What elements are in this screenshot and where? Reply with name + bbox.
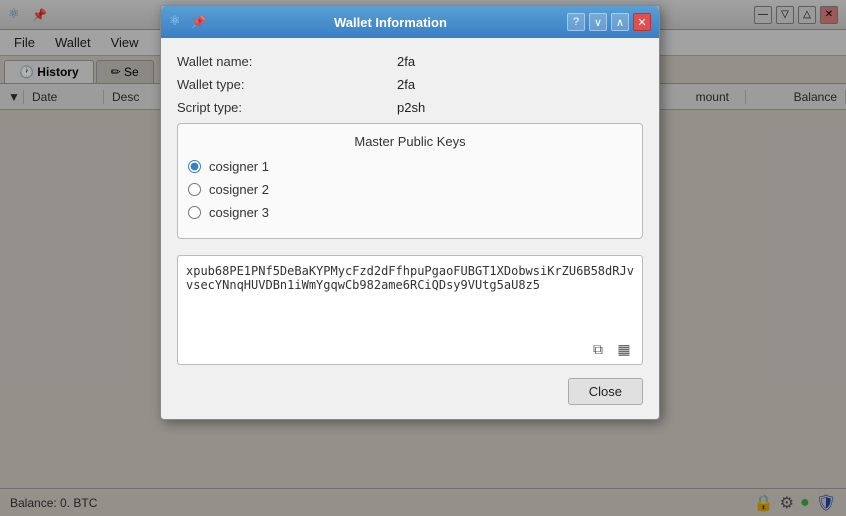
close-button[interactable]: Close bbox=[568, 378, 643, 405]
modal-overlay: ⚛ 📌 Wallet Information ? ∨ ∧ ✕ Wallet na… bbox=[0, 0, 846, 516]
public-key-textarea[interactable] bbox=[177, 255, 643, 365]
cosigner1-radio[interactable] bbox=[188, 160, 201, 173]
mpk-section: Master Public Keys cosigner 1 cosigner 2… bbox=[177, 123, 643, 239]
modal-pin-icon: 📌 bbox=[191, 15, 206, 29]
wallet-type-value: 2fa bbox=[397, 77, 415, 92]
cosigner2-radio[interactable] bbox=[188, 183, 201, 196]
qr-icon: ▦ bbox=[617, 341, 630, 358]
wallet-name-row: Wallet name: 2fa bbox=[177, 54, 643, 69]
modal-controls: ? ∨ ∧ ✕ bbox=[567, 13, 651, 31]
cosigner3-radio[interactable] bbox=[188, 206, 201, 219]
modal-body: Wallet name: 2fa Wallet type: 2fa Script… bbox=[161, 38, 659, 255]
modal-maximize-button[interactable]: ∧ bbox=[611, 13, 629, 31]
modal-title: Wallet Information bbox=[214, 15, 567, 30]
cosigner3-option[interactable]: cosigner 3 bbox=[188, 205, 632, 220]
copy-key-button[interactable]: ⧉ bbox=[587, 338, 609, 360]
modal-app-icon: ⚛ bbox=[169, 13, 187, 31]
cosigner1-label: cosigner 1 bbox=[209, 159, 269, 174]
modal-help-button[interactable]: ? bbox=[567, 13, 585, 31]
key-action-icons: ⧉ ▦ bbox=[587, 338, 635, 360]
cosigner1-option[interactable]: cosigner 1 bbox=[188, 159, 632, 174]
script-type-row: Script type: p2sh bbox=[177, 100, 643, 115]
app-window: ⚛ 📌 — ▽ △ ✕ File Wallet View 🕐 History ✏… bbox=[0, 0, 846, 516]
wallet-name-value: 2fa bbox=[397, 54, 415, 69]
key-area: ⧉ ▦ bbox=[177, 255, 643, 368]
cosigner2-option[interactable]: cosigner 2 bbox=[188, 182, 632, 197]
modal-footer: Close bbox=[161, 368, 659, 419]
wallet-name-label: Wallet name: bbox=[177, 54, 397, 69]
modal-minimize-button[interactable]: ∨ bbox=[589, 13, 607, 31]
copy-icon: ⧉ bbox=[593, 341, 603, 358]
modal-titlebar: ⚛ 📌 Wallet Information ? ∨ ∧ ✕ bbox=[161, 6, 659, 38]
mpk-title: Master Public Keys bbox=[188, 134, 632, 149]
wallet-info-modal: ⚛ 📌 Wallet Information ? ∨ ∧ ✕ Wallet na… bbox=[160, 5, 660, 420]
script-type-value: p2sh bbox=[397, 100, 425, 115]
cosigner2-label: cosigner 2 bbox=[209, 182, 269, 197]
wallet-type-label: Wallet type: bbox=[177, 77, 397, 92]
wallet-type-row: Wallet type: 2fa bbox=[177, 77, 643, 92]
qr-code-button[interactable]: ▦ bbox=[613, 338, 635, 360]
script-type-label: Script type: bbox=[177, 100, 397, 115]
modal-close-x-button[interactable]: ✕ bbox=[633, 13, 651, 31]
cosigner3-label: cosigner 3 bbox=[209, 205, 269, 220]
